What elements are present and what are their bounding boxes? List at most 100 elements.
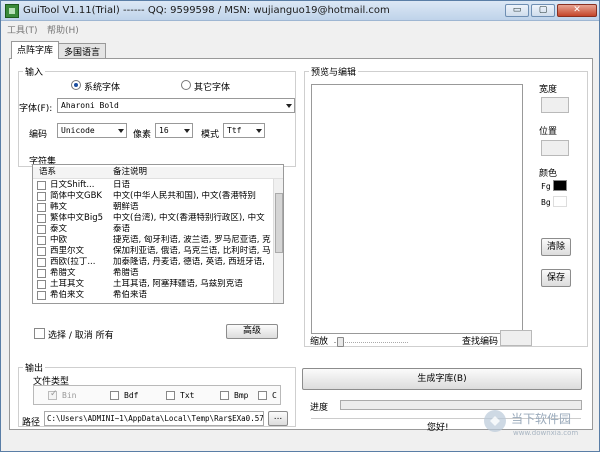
row-checkbox[interactable] — [37, 236, 46, 245]
radio-system-font[interactable] — [71, 80, 81, 90]
font-label: 字体(F): — [19, 104, 53, 114]
menu-bar: 工具(T) 帮助(H) — [1, 21, 599, 37]
list-item[interactable]: 希伯来文 希伯来语 — [33, 290, 283, 301]
row-lang: 中欧 — [50, 235, 68, 245]
font-select[interactable]: Aharoni Bold — [57, 98, 295, 113]
maximize-button[interactable]: ▢ — [531, 4, 555, 17]
row-checkbox[interactable] — [37, 214, 46, 223]
chevron-down-icon — [256, 129, 262, 133]
width-label: 宽度 — [539, 85, 558, 95]
window-title: GuiTool V1.11(Trial) ------ QQ: 9599598 … — [23, 5, 390, 16]
mode-select-value: Ttf — [227, 126, 242, 135]
list-item[interactable]: 简体中文GBK 中文(中华人民共和国), 中文(香港特别 — [33, 191, 283, 202]
row-lang: 泰文 — [50, 224, 68, 234]
width-field — [541, 97, 569, 113]
filetype-bin-checkbox[interactable] — [48, 389, 58, 400]
filetype-bmp-checkbox[interactable] — [220, 391, 229, 400]
row-checkbox[interactable] — [37, 269, 46, 278]
row-checkbox[interactable] — [37, 225, 46, 234]
charset-scrollbar[interactable] — [273, 179, 283, 303]
row-lang: 希伯来文 — [50, 290, 85, 300]
filetype-c-label: C — [272, 391, 277, 400]
input-group-label: 输入 — [23, 65, 46, 78]
color-label: 颜色 — [539, 169, 558, 179]
pixel-select-value: 16 — [159, 126, 169, 135]
input-group: 输入 系统字体 其它字体 字体(F): Aharoni Bold 编码 Unic… — [18, 65, 296, 167]
find-code-input[interactable] — [500, 330, 532, 346]
zoom-slider[interactable] — [334, 335, 408, 347]
advanced-button[interactable]: 高级 — [226, 324, 278, 339]
row-checkbox[interactable] — [37, 192, 46, 201]
tab-multilang[interactable]: 多国语言 — [58, 43, 107, 58]
row-checkbox[interactable] — [37, 280, 46, 289]
filetype-bdf-checkbox[interactable] — [110, 391, 119, 400]
filetype-txt-label: Txt — [180, 391, 195, 400]
close-button[interactable]: ✕ — [557, 4, 597, 17]
position-label: 位置 — [539, 127, 558, 137]
row-note: 土耳其语, 阿塞拜疆语, 乌兹别克语 — [113, 279, 243, 289]
pixel-select[interactable]: 16 — [155, 123, 193, 138]
menu-tools[interactable]: 工具(T) — [7, 23, 38, 36]
encoding-select[interactable]: Unicode — [57, 123, 127, 138]
menu-help[interactable]: 帮助(H) — [47, 23, 79, 36]
row-lang: 日文Shift... — [50, 180, 95, 190]
row-lang: 繁体中文Big5 — [50, 213, 103, 223]
filetype-bin-label: Bin — [62, 391, 77, 400]
radio-other-font[interactable] — [181, 80, 191, 90]
row-checkbox[interactable] — [37, 203, 46, 212]
row-lang: 西欧(拉丁... — [50, 257, 96, 267]
watermark: 当下软件园 www.downxia.com — [483, 403, 593, 449]
select-all-label: 选择 / 取消 所有 — [48, 331, 114, 341]
list-item[interactable]: 泰文 泰语 — [33, 224, 283, 235]
bg-label: Bg — [541, 198, 551, 207]
app-icon — [5, 4, 19, 18]
pixel-label: 像素 — [133, 130, 152, 140]
scrollbar-thumb[interactable] — [275, 193, 283, 253]
row-note: 希伯来语 — [113, 290, 148, 300]
row-note: 加泰隆语, 丹麦语, 德语, 英语, 西班牙语, — [113, 257, 265, 267]
radio-other-font-label: 其它字体 — [194, 83, 231, 93]
font-select-value: Aharoni Bold — [61, 101, 119, 110]
watermark-line1: 当下软件园 — [511, 412, 572, 426]
mode-label: 模式 — [201, 130, 220, 140]
column-header-lang[interactable]: 语系 — [39, 167, 56, 178]
mode-select[interactable]: Ttf — [223, 123, 265, 138]
list-item[interactable]: 西里尔文 保加利亚语, 俄语, 乌克兰语, 比利时语, 马 — [33, 246, 283, 257]
bg-color-swatch[interactable] — [553, 196, 567, 207]
list-item[interactable]: 西欧(拉丁... 加泰隆语, 丹麦语, 德语, 英语, 西班牙语, — [33, 257, 283, 268]
chevron-down-icon — [118, 129, 124, 133]
column-header-note[interactable]: 备注说明 — [113, 167, 147, 178]
fg-color-swatch[interactable] — [553, 180, 567, 191]
list-item[interactable]: 繁体中文Big5 中文(台湾), 中文(香港特别行政区), 中文 — [33, 213, 283, 224]
browse-button[interactable]: ... — [268, 411, 288, 426]
row-note: 希腊语 — [113, 268, 139, 278]
row-checkbox[interactable] — [37, 181, 46, 190]
fg-label: Fg — [541, 182, 551, 191]
list-item[interactable]: 中欧 捷克语, 匈牙利语, 波兰语, 罗马尼亚语, 克 — [33, 235, 283, 246]
position-field — [541, 140, 569, 156]
minimize-button[interactable]: ▭ — [505, 4, 529, 17]
filetype-txt-checkbox[interactable] — [166, 391, 175, 400]
row-note: 中文(中华人民共和国), 中文(香港特别 — [113, 191, 256, 201]
filetype-bmp-label: Bmp — [234, 391, 249, 400]
clear-button[interactable]: 清除 — [541, 238, 571, 256]
row-checkbox[interactable] — [37, 258, 46, 267]
list-item[interactable]: 日文Shift... 日语 — [33, 180, 283, 191]
preview-group: 预览与编辑 宽度 位置 颜色 Fg Bg 清除 保存 — [304, 65, 588, 347]
list-item[interactable]: 希腊文 希腊语 — [33, 268, 283, 279]
chevron-down-icon — [286, 104, 292, 108]
generate-font-button[interactable]: 生成字库(B) — [302, 368, 582, 390]
charset-list-header: 语系 备注说明 — [33, 167, 283, 179]
row-lang: 希腊文 — [50, 268, 76, 278]
path-input[interactable]: C:\Users\ADMINI~1\AppData\Local\Temp\Rar… — [44, 411, 264, 426]
row-checkbox[interactable] — [37, 291, 46, 300]
select-all-checkbox[interactable] — [34, 328, 45, 339]
row-checkbox[interactable] — [37, 247, 46, 256]
save-button[interactable]: 保存 — [541, 269, 571, 287]
list-item[interactable]: 土耳其文 土耳其语, 阿塞拜疆语, 乌兹别克语 — [33, 279, 283, 290]
zoom-thumb[interactable] — [337, 337, 344, 347]
preview-canvas[interactable] — [311, 84, 523, 334]
tab-dotmatrix[interactable]: 点阵字库 — [11, 41, 60, 59]
list-item[interactable]: 韩文 朝鲜语 — [33, 202, 283, 213]
filetype-c-checkbox[interactable] — [258, 391, 267, 400]
